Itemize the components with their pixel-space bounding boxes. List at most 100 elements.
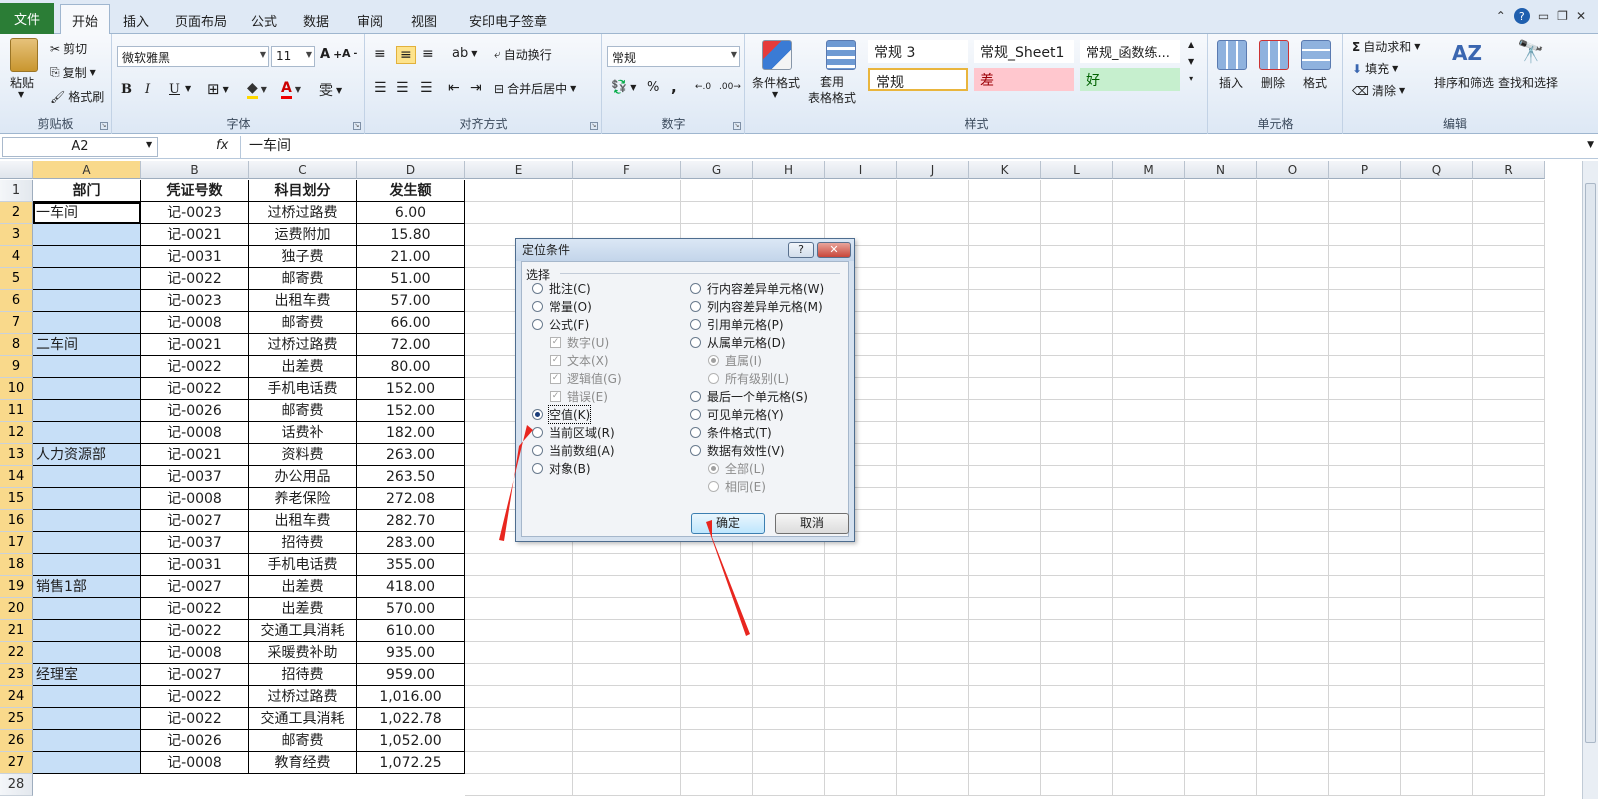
grid-cell[interactable] — [1041, 290, 1113, 312]
column-header-h[interactable]: H — [753, 161, 825, 179]
help-icon[interactable]: ? — [1513, 8, 1530, 24]
grid-cell[interactable] — [1401, 444, 1473, 466]
data-cell[interactable]: 手机电话费 — [249, 554, 357, 576]
data-cell[interactable]: 66.00 — [357, 312, 465, 334]
grid-cell[interactable] — [753, 708, 825, 730]
data-cell[interactable] — [33, 510, 141, 532]
grid-cell[interactable] — [1473, 466, 1545, 488]
grid-cell[interactable] — [465, 664, 573, 686]
data-cell[interactable]: 出差费 — [249, 356, 357, 378]
column-header-i[interactable]: I — [825, 161, 897, 179]
header-cell[interactable]: 发生额 — [357, 180, 465, 202]
grid-cell[interactable] — [1401, 554, 1473, 576]
data-cell[interactable]: 1,022.78 — [357, 708, 465, 730]
grid-cell[interactable] — [1329, 576, 1401, 598]
grid-cell[interactable] — [825, 554, 897, 576]
column-header-g[interactable]: G — [681, 161, 753, 179]
decrease-decimal-icon[interactable]: .00→ — [719, 82, 741, 92]
conditional-format-icon[interactable] — [762, 40, 792, 70]
grid-cell[interactable] — [1473, 730, 1545, 752]
grid-cell[interactable] — [1113, 488, 1185, 510]
increase-decimal-icon[interactable]: ←.0 — [695, 82, 711, 92]
grid-cell[interactable] — [825, 708, 897, 730]
style-good[interactable]: 好 — [1080, 68, 1180, 91]
underline-button[interactable]: U — [169, 82, 180, 97]
font-color-icon[interactable]: A ▼ — [281, 80, 301, 99]
grid-cell[interactable] — [1473, 620, 1545, 642]
grid-cell[interactable] — [969, 620, 1041, 642]
grid-cell[interactable] — [969, 510, 1041, 532]
grid-cell[interactable] — [969, 356, 1041, 378]
data-cell[interactable]: 资料费 — [249, 444, 357, 466]
data-cell[interactable]: 记-0027 — [141, 576, 249, 598]
grid-cell[interactable] — [969, 422, 1041, 444]
grid-cell[interactable] — [1329, 488, 1401, 510]
row-header[interactable]: 14 — [0, 466, 33, 488]
grid-cell[interactable] — [1473, 444, 1545, 466]
grid-cell[interactable] — [897, 554, 969, 576]
grid-cell[interactable] — [1329, 334, 1401, 356]
sort-filter-button[interactable]: 排序和筛选 — [1434, 74, 1494, 91]
grid-cell[interactable] — [969, 576, 1041, 598]
autosum-button[interactable]: Σ 自动求和 ▼ — [1352, 38, 1420, 55]
tab-file[interactable]: 文件 — [0, 3, 54, 34]
grid-cell[interactable] — [1473, 708, 1545, 730]
grid-cell[interactable] — [753, 774, 825, 796]
row-header[interactable]: 7 — [0, 312, 33, 334]
grid-cell[interactable] — [753, 598, 825, 620]
grid-cell[interactable] — [1185, 268, 1257, 290]
data-cell[interactable]: 283.00 — [357, 532, 465, 554]
data-cell[interactable]: 记-0008 — [141, 488, 249, 510]
grid-cell[interactable] — [969, 532, 1041, 554]
radio-option[interactable]: 当前区域(R) — [532, 424, 615, 441]
grid-cell[interactable] — [573, 642, 681, 664]
grid-cell[interactable] — [465, 686, 573, 708]
grid-cell[interactable] — [1401, 180, 1473, 202]
grid-cell[interactable] — [1113, 466, 1185, 488]
row-header[interactable]: 10 — [0, 378, 33, 400]
grid-cell[interactable] — [1473, 312, 1545, 334]
grid-cell[interactable] — [1473, 532, 1545, 554]
grid-cell[interactable] — [573, 730, 681, 752]
data-cell[interactable] — [33, 268, 141, 290]
grid-cell[interactable] — [897, 246, 969, 268]
data-cell[interactable]: 935.00 — [357, 642, 465, 664]
grid-cell[interactable] — [1185, 708, 1257, 730]
grid-cell[interactable] — [1329, 752, 1401, 774]
data-cell[interactable] — [33, 686, 141, 708]
column-header-c[interactable]: C — [249, 161, 357, 179]
grid-cell[interactable] — [753, 686, 825, 708]
data-cell[interactable]: 记-0021 — [141, 334, 249, 356]
grid-cell[interactable] — [681, 730, 753, 752]
row-header[interactable]: 3 — [0, 224, 33, 246]
row-header[interactable]: 15 — [0, 488, 33, 510]
grid-cell[interactable] — [1329, 664, 1401, 686]
grid-cell[interactable] — [1185, 620, 1257, 642]
grid-cell[interactable] — [1185, 686, 1257, 708]
data-cell[interactable]: 出差费 — [249, 598, 357, 620]
sort-filter-icon[interactable]: AZ — [1452, 38, 1482, 68]
grid-cell[interactable] — [1185, 180, 1257, 202]
grid-cell[interactable] — [1401, 400, 1473, 422]
data-cell[interactable]: 355.00 — [357, 554, 465, 576]
data-cell[interactable] — [33, 422, 141, 444]
grid-cell[interactable] — [1257, 598, 1329, 620]
grid-cell[interactable] — [1041, 202, 1113, 224]
grid-cell[interactable] — [969, 268, 1041, 290]
grid-cell[interactable] — [1257, 730, 1329, 752]
grid-cell[interactable] — [1185, 378, 1257, 400]
comma-button[interactable]: , — [671, 78, 677, 96]
data-cell[interactable] — [33, 356, 141, 378]
data-cell[interactable]: 记-0027 — [141, 664, 249, 686]
grid-cell[interactable] — [465, 708, 573, 730]
grid-cell[interactable] — [1257, 246, 1329, 268]
grid-cell[interactable] — [1257, 554, 1329, 576]
grid-cell[interactable] — [1041, 422, 1113, 444]
grid-cell[interactable] — [969, 730, 1041, 752]
grid-cell[interactable] — [1329, 378, 1401, 400]
grid-cell[interactable] — [1473, 378, 1545, 400]
row-header[interactable]: 24 — [0, 686, 33, 708]
column-header-l[interactable]: L — [1041, 161, 1113, 179]
insert-cells-icon[interactable] — [1217, 40, 1247, 70]
grid-cell[interactable] — [753, 752, 825, 774]
